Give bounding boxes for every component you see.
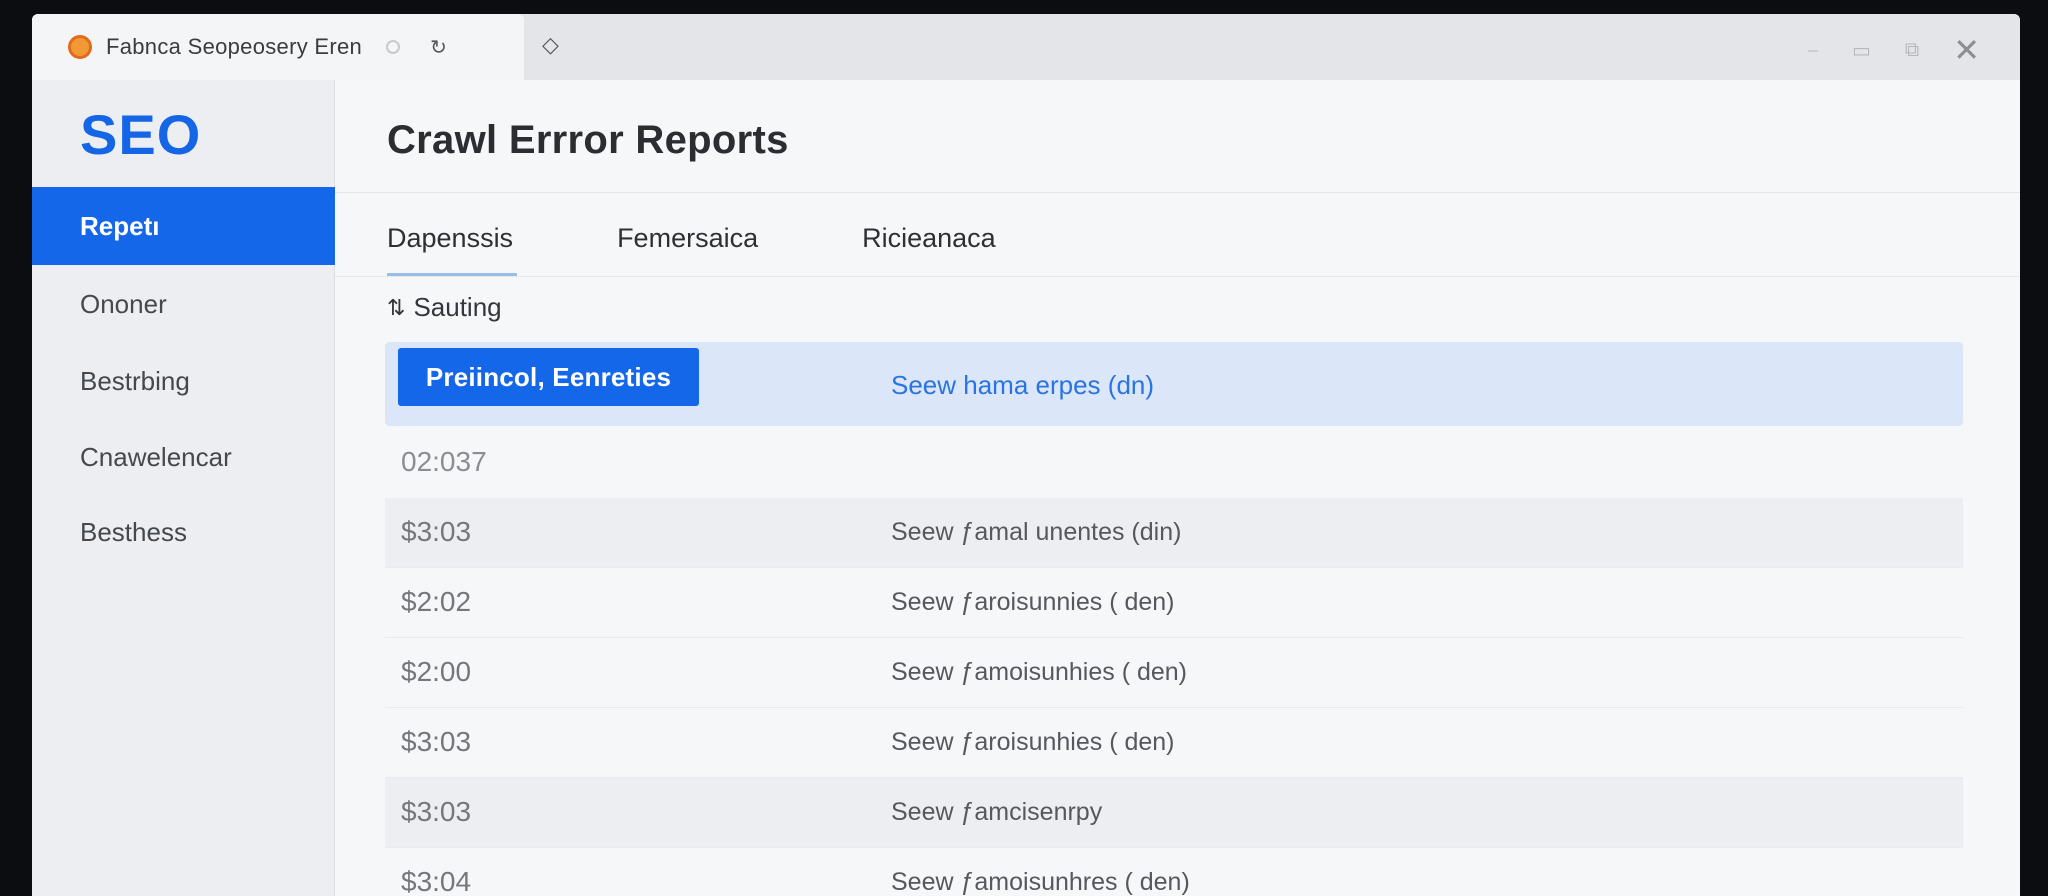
sidebar-item-overview[interactable]: Ononer xyxy=(32,265,335,343)
row-description: Seew ƒamoisunhres ( den) xyxy=(891,868,1190,896)
primary-action-button[interactable]: Preiincol, Eenreties xyxy=(398,348,699,406)
sidebar: SEO Repetı Ononer Bestrbing Cnawelencar … xyxy=(32,80,335,896)
window-controls: ⎯ ▭ ⧉ ✕ xyxy=(1808,34,1980,66)
favicon-icon xyxy=(68,35,92,59)
report-tabs: Dapenssis Femersaica Ricieanaca xyxy=(387,200,1100,276)
tab-loading-icon xyxy=(386,40,401,54)
sort-filter[interactable]: ⇅ Sauting xyxy=(387,292,502,323)
table-row[interactable]: $2:00 Seew ƒamoisunhies ( den) xyxy=(385,638,1963,708)
sort-label: Sauting xyxy=(413,292,502,322)
minimize-icon[interactable]: ⎯ xyxy=(1808,39,1818,62)
divider xyxy=(335,192,2020,193)
sort-icon: ⇅ xyxy=(387,294,406,320)
tab-second[interactable]: Femersaica xyxy=(617,200,758,276)
sidebar-item-rankings[interactable]: Bestrbing xyxy=(32,342,335,420)
row-time: $3:04 xyxy=(401,866,472,896)
row-time: 02:037 xyxy=(401,446,487,477)
row-time: $3:03 xyxy=(401,516,472,547)
tab-first[interactable]: Dapenssis xyxy=(387,200,518,276)
row-description: Seew ƒaroisunhies ( den) xyxy=(891,728,1175,756)
table-row[interactable]: $3:03 Seew ƒamcisenrpy xyxy=(385,778,1963,848)
tab-third[interactable]: Ricieanaca xyxy=(862,200,996,276)
browser-tab[interactable]: Fabnca Seopeosery Eren ↻ xyxy=(32,14,524,80)
error-table: $3:03 Seew ƒamal unentes (din) $2:02 See… xyxy=(385,498,1963,896)
close-icon[interactable]: ✕ xyxy=(1953,34,1980,66)
row-description: Seew ƒamcisenrpy xyxy=(891,798,1103,826)
divider xyxy=(335,276,2020,277)
browser-window: Fabnca Seopeosery Eren ↻ ◇ ⎯ ▭ ⧉ ✕ SEO R… xyxy=(32,14,2020,896)
table-row[interactable]: $2:02 Seew ƒaroisunnies ( den) xyxy=(385,568,1963,638)
table-row[interactable]: $3:03 Seew ƒaroisunhies ( den) xyxy=(385,708,1963,778)
restore-icon[interactable]: ⧉ xyxy=(1905,39,1919,62)
sidebar-item-crawl[interactable]: Cnawelencar xyxy=(32,418,335,496)
browser-titlebar: Fabnca Seopeosery Eren ↻ ◇ ⎯ ▭ ⧉ ✕ xyxy=(32,14,2020,80)
new-tab-icon[interactable]: ◇ xyxy=(542,32,559,58)
row-description: Seew ƒamal unentes (din) xyxy=(891,518,1182,546)
row-time: $3:03 xyxy=(401,796,472,827)
sidebar-item-settings[interactable]: Besthess xyxy=(32,493,335,571)
reload-icon[interactable]: ↻ xyxy=(430,35,447,60)
row-description: Seew ƒaroisunnies ( den) xyxy=(891,588,1175,616)
maximize-icon[interactable]: ▭ xyxy=(1852,38,1871,63)
page-title: Crawl Errror Reports xyxy=(387,118,789,162)
sidebar-item-reports[interactable]: Repetı xyxy=(32,187,335,265)
row-time: $2:00 xyxy=(401,656,472,687)
row-description: Seew ƒamoisunhies ( den) xyxy=(891,658,1187,686)
main-content: Crawl Errror Reports Dapenssis Femersaic… xyxy=(335,80,2020,896)
table-row[interactable]: $3:04 Seew ƒamoisunhres ( den) xyxy=(385,848,1963,896)
highlighted-row-link[interactable]: Seew hama erpes (dn) xyxy=(891,370,1154,401)
app-logo: SEO xyxy=(80,103,202,166)
tab-title: Fabnca Seopeosery Eren xyxy=(106,34,363,59)
row-time: $3:03 xyxy=(401,726,472,757)
table-row[interactable]: $3:03 Seew ƒamal unentes (din) xyxy=(385,498,1963,568)
row-time: $2:02 xyxy=(401,586,472,617)
